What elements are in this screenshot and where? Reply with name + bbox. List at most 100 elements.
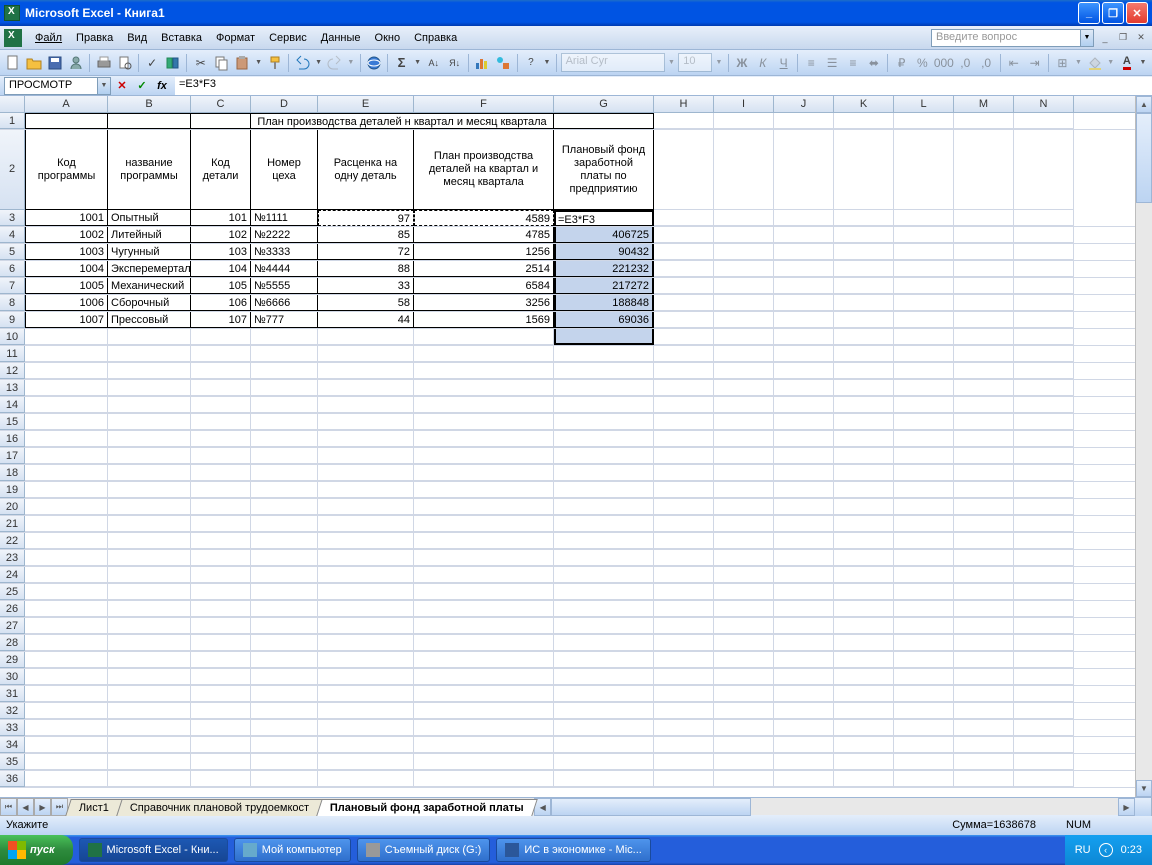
cell[interactable] [894, 618, 954, 634]
chart-button[interactable] [473, 52, 492, 74]
cell[interactable] [318, 533, 414, 549]
cell[interactable]: 88 [318, 261, 414, 277]
menu-file[interactable]: Файл [28, 29, 69, 47]
taskbar-item[interactable]: Мой компьютер [234, 838, 351, 862]
cell[interactable] [774, 482, 834, 498]
row-header[interactable]: 35 [0, 754, 25, 770]
cell[interactable] [774, 380, 834, 396]
cell[interactable] [318, 448, 414, 464]
cell[interactable] [654, 431, 714, 447]
cell[interactable] [25, 669, 108, 685]
cell[interactable] [774, 516, 834, 532]
cell[interactable] [554, 686, 654, 702]
cell[interactable] [251, 754, 318, 770]
cell[interactable] [1014, 652, 1074, 668]
cell[interactable] [714, 431, 774, 447]
decrease-decimal-button[interactable]: ,0 [977, 52, 996, 74]
cell[interactable] [834, 363, 894, 379]
cell[interactable] [191, 584, 251, 600]
cell[interactable] [414, 363, 554, 379]
underline-button[interactable]: Ч [774, 52, 793, 74]
cell[interactable] [774, 312, 834, 328]
cell[interactable]: 3256 [414, 295, 554, 311]
start-button[interactable]: пуск [0, 835, 73, 865]
cell[interactable]: Опытный [108, 210, 191, 226]
cell[interactable] [554, 771, 654, 787]
cell[interactable] [954, 686, 1014, 702]
menu-edit[interactable]: Правка [69, 29, 120, 47]
cell[interactable] [414, 533, 554, 549]
scroll-thumb[interactable] [1136, 113, 1152, 203]
cell[interactable]: 4589 [414, 210, 554, 226]
cell[interactable]: 1003 [25, 244, 108, 260]
cell[interactable] [191, 567, 251, 583]
cell[interactable] [1014, 278, 1074, 294]
cell[interactable]: 1256 [414, 244, 554, 260]
cell[interactable] [318, 550, 414, 566]
col-header[interactable]: H [654, 96, 714, 112]
cell[interactable] [554, 380, 654, 396]
cell[interactable] [774, 346, 834, 362]
cell[interactable] [25, 550, 108, 566]
cell[interactable] [25, 346, 108, 362]
cell[interactable] [108, 465, 191, 481]
cell[interactable] [1014, 312, 1074, 328]
cell[interactable] [774, 130, 834, 210]
row-header[interactable]: 8 [0, 295, 25, 311]
preview-button[interactable] [115, 52, 134, 74]
cell[interactable] [834, 244, 894, 260]
cell[interactable] [714, 227, 774, 243]
cell[interactable] [108, 516, 191, 532]
cell[interactable] [191, 652, 251, 668]
row-header[interactable]: 18 [0, 465, 25, 481]
cell[interactable] [894, 720, 954, 736]
cell[interactable] [894, 737, 954, 753]
sheet-tab[interactable]: Справочник плановой трудоемкост [116, 799, 323, 816]
format-painter-button[interactable] [265, 52, 284, 74]
cell[interactable] [1014, 227, 1074, 243]
cell[interactable] [1014, 329, 1074, 345]
cell[interactable] [554, 635, 654, 651]
cell[interactable] [654, 414, 714, 430]
cell[interactable] [108, 482, 191, 498]
cell[interactable] [954, 720, 1014, 736]
cell[interactable] [554, 363, 654, 379]
cell[interactable] [25, 635, 108, 651]
cell[interactable]: №5555 [251, 278, 318, 294]
cell[interactable] [1014, 431, 1074, 447]
cell[interactable] [654, 771, 714, 787]
row-header[interactable]: 13 [0, 380, 25, 396]
cell[interactable] [25, 686, 108, 702]
cell[interactable] [654, 618, 714, 634]
cell[interactable]: 69036 [554, 312, 654, 328]
cell[interactable] [834, 635, 894, 651]
cell[interactable] [834, 448, 894, 464]
cell[interactable] [1014, 210, 1074, 226]
cell[interactable] [834, 113, 894, 129]
cell[interactable] [714, 652, 774, 668]
cell[interactable] [554, 618, 654, 634]
cell[interactable] [318, 567, 414, 583]
cell[interactable] [654, 346, 714, 362]
row-header[interactable]: 2 [0, 130, 25, 210]
cell[interactable] [714, 550, 774, 566]
align-left-button[interactable]: ≡ [802, 52, 821, 74]
cell[interactable] [954, 329, 1014, 345]
cell[interactable] [554, 329, 654, 345]
row-header[interactable]: 22 [0, 533, 25, 549]
cell[interactable] [654, 482, 714, 498]
cell[interactable]: 105 [191, 278, 251, 294]
row-header[interactable]: 32 [0, 703, 25, 719]
cell[interactable] [414, 754, 554, 770]
cell[interactable] [654, 652, 714, 668]
cell[interactable] [714, 363, 774, 379]
size-dropdown[interactable]: ▼ [714, 59, 723, 66]
cell[interactable] [894, 533, 954, 549]
currency-button[interactable]: ₽ [892, 52, 911, 74]
cell[interactable] [414, 720, 554, 736]
cell[interactable] [834, 720, 894, 736]
cell[interactable] [714, 669, 774, 685]
workbook-icon[interactable] [4, 29, 22, 47]
cell[interactable] [414, 414, 554, 430]
cell[interactable] [714, 771, 774, 787]
